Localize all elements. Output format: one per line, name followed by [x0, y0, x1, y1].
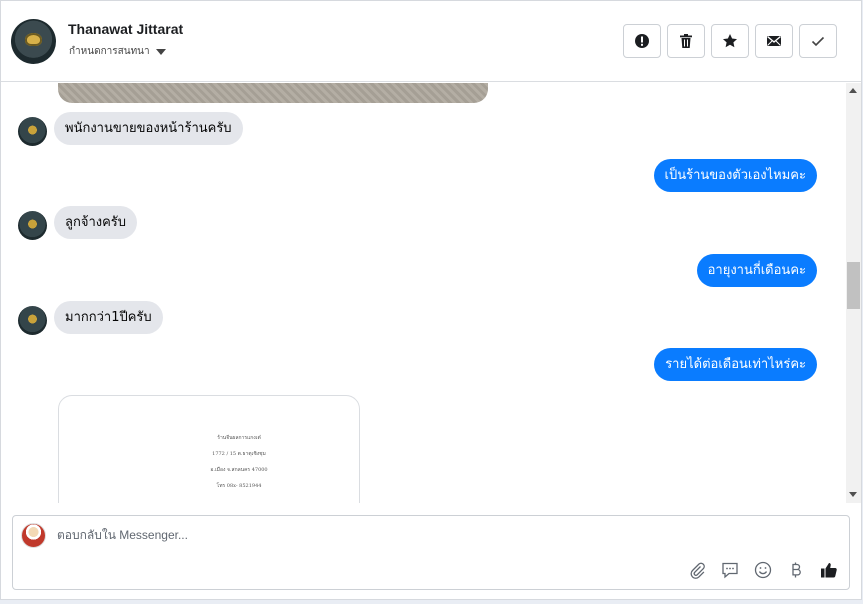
scroll-up-arrow-icon[interactable] [849, 88, 857, 93]
contact-avatar-small [18, 211, 47, 240]
star-icon [723, 34, 737, 48]
incoming-message[interactable]: ลูกจ้างครับ [54, 206, 138, 239]
photo-attachment[interactable] [58, 83, 488, 103]
delete-button[interactable] [667, 24, 705, 58]
payment-button[interactable] [786, 560, 806, 580]
outgoing-message[interactable]: เป็นร้านของตัวเองไหมคะ [653, 159, 817, 192]
baht-icon [792, 562, 801, 578]
star-button[interactable] [711, 24, 749, 58]
emoji-button[interactable] [753, 560, 773, 580]
report-button[interactable] [623, 24, 661, 58]
document-attachment[interactable]: ร้านจีนผลการแกงเต๋ 1772 / 15 ต.ธาตุเชิงช… [58, 395, 360, 503]
contact-avatar[interactable] [11, 19, 56, 64]
page-avatar [21, 523, 46, 548]
composer-tools [687, 560, 839, 580]
smiley-icon [754, 561, 772, 579]
contact-avatar-small [18, 306, 47, 335]
trash-icon [680, 34, 692, 48]
conversation-label: กำหนดการสนทนา [69, 46, 150, 57]
document-line: โทร 08x- 8521944 [216, 483, 262, 489]
conversation-label-dropdown[interactable]: กำหนดการสนทนา [69, 44, 166, 59]
message-thread: พนักงานขายของหน้าร้านครับ เป็นร้านของตัว… [1, 83, 846, 503]
document-line: อ.เมือง จ.สกลนคร 47000 [210, 467, 268, 473]
incoming-message[interactable]: มากกว่า1ปีครับ [54, 301, 163, 334]
contact-name[interactable]: Thanawat Jittarat [68, 21, 183, 37]
reply-composer [12, 515, 850, 590]
outgoing-message[interactable]: อายุงานกี่เดือนคะ [696, 254, 817, 287]
like-button[interactable] [819, 560, 839, 580]
check-icon [811, 36, 825, 47]
contact-avatar-small [18, 117, 47, 146]
document-line: ร้านจีนผลการแกงเต๋ [217, 435, 261, 441]
scroll-down-arrow-icon[interactable] [849, 492, 857, 497]
scrollbar-thumb[interactable] [847, 262, 860, 309]
envelope-icon [767, 35, 781, 46]
messenger-window: Thanawat Jittarat กำหนดการสนทนา พนักงานข… [0, 0, 862, 600]
document-line: 1772 / 15 ต.ธาตุเชิงชุม [212, 451, 266, 457]
speech-bubble-icon [722, 562, 738, 579]
attach-button[interactable] [687, 560, 707, 580]
conversation-header: Thanawat Jittarat กำหนดการสนทนา [1, 1, 861, 82]
reply-input[interactable] [57, 528, 657, 542]
paperclip-icon [690, 562, 705, 579]
outgoing-message[interactable]: รายได้ต่อเดือนเท่าไหร่คะ [654, 348, 817, 381]
incoming-message[interactable]: พนักงานขายของหน้าร้านครับ [54, 112, 243, 145]
caret-down-icon [155, 48, 166, 55]
alert-icon [635, 34, 649, 48]
done-button[interactable] [799, 24, 837, 58]
thumbs-up-icon [821, 563, 837, 578]
mark-unread-button[interactable] [755, 24, 793, 58]
saved-replies-button[interactable] [720, 560, 740, 580]
header-actions [623, 24, 837, 58]
